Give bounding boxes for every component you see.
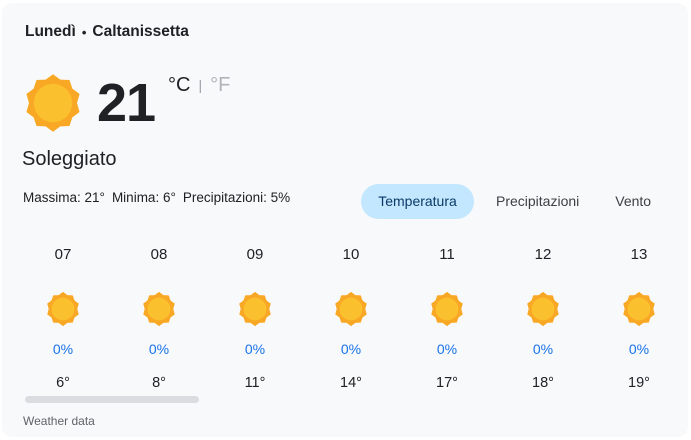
hour-precipitation: 0% [340, 341, 362, 357]
hour-label: 11 [439, 246, 455, 263]
hour-label: 10 [342, 246, 360, 263]
tab-bar: Temperatura Precipitazioni Vento [361, 184, 667, 219]
current-temperature: 21 [97, 73, 156, 133]
precipitation-chance: Precipitazioni: 5% [182, 190, 291, 205]
location-label: Caltanissetta [92, 23, 189, 40]
hour-precipitation: 0% [52, 341, 74, 357]
header-separator: • [81, 24, 87, 40]
hourly-forecast: 07 0% 6° 08 0% 8° 09 0% 11° 10 0% 14° 11 0% 17° 12 0% 18°… [15, 246, 687, 391]
sun-icon [527, 291, 559, 327]
location-header: Lunedì • Caltanissetta [25, 23, 189, 41]
hour-temperature: 18° [532, 375, 554, 391]
sun-icon [623, 291, 655, 327]
hourly-item[interactable]: 12 0% 18° [495, 246, 591, 391]
hour-label: 08 [150, 246, 168, 263]
sun-icon [239, 291, 271, 327]
tab-wind[interactable]: Vento [599, 184, 667, 219]
hour-precipitation: 0% [628, 341, 650, 357]
daily-stats: Massima: 21° Minima: 6° Precipitazioni: … [23, 190, 290, 205]
weather-data-link[interactable]: Weather data [23, 414, 95, 428]
celsius-button[interactable]: °C [168, 73, 190, 97]
max-temperature: Massima: 21° [23, 190, 105, 205]
tab-temperature[interactable]: Temperatura [361, 184, 474, 219]
hour-label: 13 [630, 246, 648, 263]
hour-precipitation: 0% [436, 341, 458, 357]
min-temperature: Minima: 6° [111, 190, 176, 205]
hourly-item[interactable]: 10 0% 14° [303, 246, 399, 391]
hour-precipitation: 0% [532, 341, 554, 357]
hourly-item[interactable]: 08 0% 8° [111, 246, 207, 391]
sun-icon [47, 291, 79, 327]
unit-separator: | [198, 77, 203, 93]
day-label: Lunedì [25, 23, 76, 40]
hourly-item[interactable]: 11 0% 17° [399, 246, 495, 391]
unit-toggle: °C | °F [168, 73, 230, 97]
hour-temperature: 17° [436, 375, 458, 391]
sun-icon [143, 291, 175, 327]
weather-card: Lunedì • Caltanissetta 21 °C | °F Solegg… [2, 3, 688, 437]
tab-precipitation[interactable]: Precipitazioni [480, 184, 595, 219]
sun-icon [431, 291, 463, 327]
sun-icon [26, 74, 80, 132]
hourly-item[interactable]: 13 0% 19° [591, 246, 687, 391]
hour-precipitation: 0% [148, 341, 170, 357]
horizontal-scrollbar[interactable] [25, 396, 199, 403]
hour-temperature: 6° [56, 375, 70, 391]
sun-icon [335, 291, 367, 327]
hourly-item[interactable]: 09 0% 11° [207, 246, 303, 391]
hour-temperature: 11° [244, 375, 266, 391]
fahrenheit-button[interactable]: °F [210, 73, 230, 97]
hour-label: 09 [246, 246, 264, 263]
hour-temperature: 8° [152, 375, 166, 391]
hour-precipitation: 0% [244, 341, 266, 357]
hour-label: 07 [54, 246, 72, 263]
hour-label: 12 [534, 246, 552, 263]
hour-temperature: 14° [340, 375, 362, 391]
weather-condition: Soleggiato [22, 148, 117, 170]
hourly-item[interactable]: 07 0% 6° [15, 246, 111, 391]
hour-temperature: 19° [628, 375, 650, 391]
